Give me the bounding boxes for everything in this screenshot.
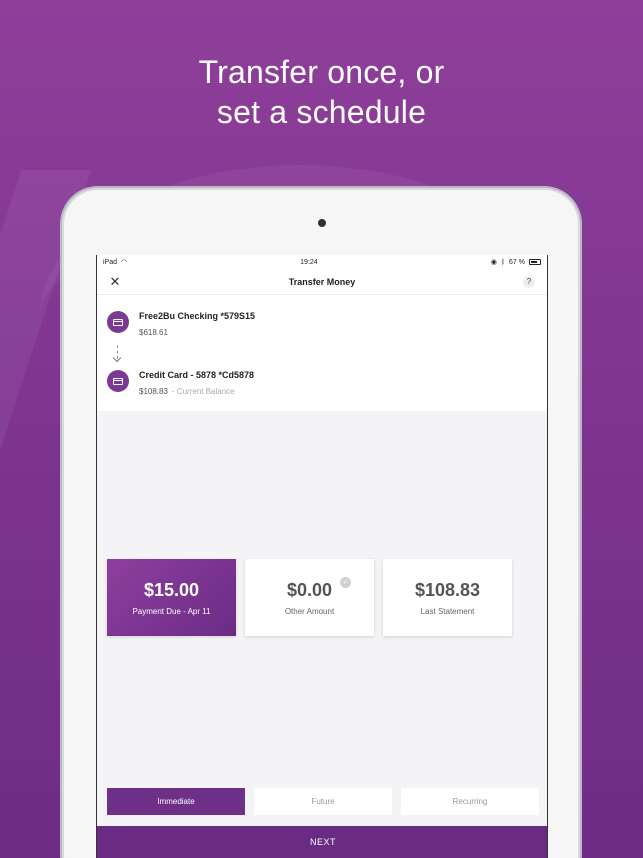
tab-recurring[interactable]: Recurring bbox=[401, 788, 539, 815]
amount-options: $15.00 Payment Due - Apr 11 $0.00 Other … bbox=[107, 559, 512, 636]
help-button[interactable]: ? bbox=[523, 276, 535, 288]
amount-option-other[interactable]: $0.00 Other Amount ✓ bbox=[245, 559, 374, 636]
to-account-balance-row: $108.83- Current Balance bbox=[139, 387, 254, 396]
battery-icon bbox=[529, 259, 541, 265]
to-account-name: Credit Card - 5878 *Cd5878 bbox=[139, 370, 255, 380]
status-time: 19:24 bbox=[300, 258, 318, 266]
wifi-icon: ◠ bbox=[121, 259, 128, 266]
from-account-balance: $618.61 bbox=[139, 328, 168, 337]
amount-value: $15.00 bbox=[143, 579, 200, 600]
bluetooth-icon: ᛒ bbox=[500, 258, 506, 266]
headline: Transfer once, or set a schedule bbox=[0, 52, 643, 132]
amount-value: $108.83 bbox=[414, 579, 481, 600]
tab-immediate[interactable]: Immediate bbox=[107, 788, 245, 815]
account-selection: Free2Bu Checking *579S15 $618.61 Credit … bbox=[97, 295, 547, 411]
device-label: iPad bbox=[103, 258, 118, 266]
amount-label: Last Statement bbox=[420, 606, 475, 616]
tab-future[interactable]: Future bbox=[254, 788, 392, 815]
camera-icon bbox=[318, 219, 326, 227]
battery-percent: 67 % bbox=[509, 258, 525, 266]
headline-line-2: set a schedule bbox=[216, 94, 427, 130]
headline-line-1: Transfer once, or bbox=[198, 54, 445, 90]
app-screen: iPad ◠ 19:24 ◉ ᛒ 67 % ✕ Transfer Money ?… bbox=[96, 255, 548, 858]
amount-label: Payment Due - Apr 11 bbox=[132, 606, 211, 616]
close-icon[interactable]: ✕ bbox=[108, 275, 122, 289]
amount-option-payment-due[interactable]: $15.00 Payment Due - Apr 11 bbox=[107, 559, 236, 636]
next-button[interactable]: NEXT bbox=[97, 826, 547, 858]
card-icon bbox=[107, 311, 129, 333]
card-icon bbox=[107, 370, 129, 392]
from-account-name: Free2Bu Checking *579S15 bbox=[139, 311, 256, 321]
arrow-down-icon bbox=[117, 345, 119, 359]
lock-rotation-icon: ◉ bbox=[490, 259, 497, 266]
from-account[interactable]: Free2Bu Checking *579S15 $618.61 bbox=[107, 311, 255, 337]
amount-label: Other Amount bbox=[284, 606, 335, 616]
balance-note: - Current Balance bbox=[171, 387, 235, 396]
to-account[interactable]: Credit Card - 5878 *Cd5878 $108.83- Curr… bbox=[107, 370, 254, 396]
schedule-tabs: Immediate Future Recurring bbox=[107, 788, 539, 815]
to-account-balance: $108.83 bbox=[139, 387, 168, 396]
amount-value: $0.00 bbox=[286, 579, 333, 600]
page-title: Transfer Money bbox=[288, 276, 356, 287]
amount-option-last-statement[interactable]: $108.83 Last Statement bbox=[383, 559, 512, 636]
nav-bar: ✕ Transfer Money ? bbox=[97, 269, 547, 295]
status-bar: iPad ◠ 19:24 ◉ ᛒ 67 % bbox=[97, 255, 547, 269]
edit-check-icon: ✓ bbox=[340, 577, 351, 588]
